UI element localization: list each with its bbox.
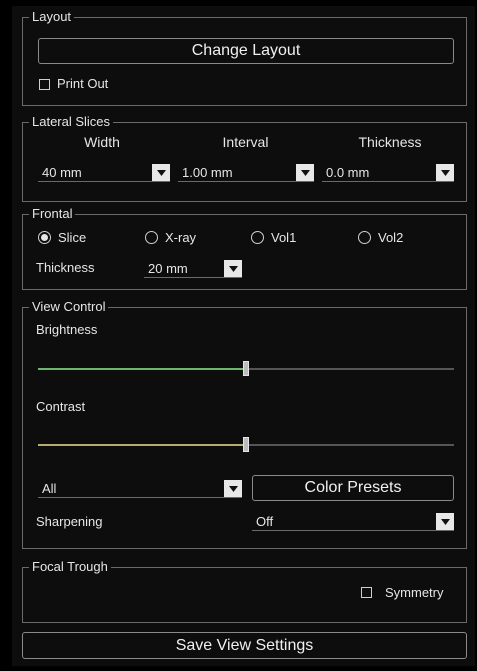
brightness-slider[interactable] xyxy=(38,361,454,376)
change-layout-button[interactable]: Change Layout xyxy=(38,38,454,64)
contrast-label: Contrast xyxy=(36,399,86,414)
view-control-legend: View Control xyxy=(29,299,109,315)
chevron-down-icon[interactable] xyxy=(224,480,242,497)
brightness-slider-handle[interactable] xyxy=(243,361,249,376)
chevron-down-icon[interactable] xyxy=(296,164,314,181)
save-view-settings-button[interactable]: Save View Settings xyxy=(22,632,467,659)
focal-trough-legend: Focal Trough xyxy=(29,559,111,575)
channel-value: All xyxy=(42,481,57,496)
layout-group: Layout Change Layout Print Out xyxy=(22,9,467,106)
slice-radio[interactable] xyxy=(38,231,51,244)
print-out-label: Print Out xyxy=(57,76,109,91)
interval-column-header: Interval xyxy=(222,134,269,150)
chevron-down-icon[interactable] xyxy=(224,260,242,277)
width-dropdown[interactable]: 40 mm xyxy=(38,164,170,182)
width-column-header: Width xyxy=(84,134,120,150)
xray-radio[interactable] xyxy=(145,231,158,244)
brightness-label: Brightness xyxy=(36,322,98,337)
sharpening-dropdown[interactable]: Off xyxy=(252,513,454,531)
interval-value: 1.00 mm xyxy=(182,165,233,180)
frontal-thickness-label: Thickness xyxy=(36,260,95,275)
frontal-legend: Frontal xyxy=(29,206,76,222)
contrast-slider-handle[interactable] xyxy=(243,437,249,452)
frontal-group: Frontal Slice X-ray Vol1 Vol2 Thickness … xyxy=(22,206,467,290)
contrast-slider-fill xyxy=(38,444,246,446)
contrast-slider[interactable] xyxy=(38,437,454,452)
brightness-slider-fill xyxy=(38,368,246,370)
color-presets-button[interactable]: Color Presets xyxy=(252,475,454,501)
symmetry-label: Symmetry xyxy=(385,585,444,600)
focal-trough-group: Focal Trough Symmetry xyxy=(22,559,467,623)
vol2-radio-label: Vol2 xyxy=(378,230,404,245)
frontal-thickness-dropdown[interactable]: 20 mm xyxy=(144,260,242,278)
layout-legend: Layout xyxy=(29,9,75,25)
chevron-down-icon[interactable] xyxy=(436,164,454,181)
vol1-radio[interactable] xyxy=(251,231,264,244)
vol1-radio-label: Vol1 xyxy=(271,230,297,245)
sharpening-label: Sharpening xyxy=(36,514,103,529)
lateral-slices-group: Lateral Slices Width Interval Thickness … xyxy=(22,114,467,202)
channel-dropdown[interactable]: All xyxy=(38,480,242,498)
chevron-down-icon[interactable] xyxy=(436,513,454,530)
settings-panel: Layout Change Layout Print Out Lateral S… xyxy=(12,6,475,666)
thickness-column-header: Thickness xyxy=(358,134,422,150)
slice-radio-label: Slice xyxy=(58,230,87,245)
interval-dropdown[interactable]: 1.00 mm xyxy=(178,164,314,182)
width-value: 40 mm xyxy=(42,165,82,180)
view-control-group: View Control Brightness Contrast All Col… xyxy=(22,299,467,549)
thickness-value: 0.0 mm xyxy=(326,165,370,180)
chevron-down-icon[interactable] xyxy=(152,164,170,181)
lateral-slices-legend: Lateral Slices xyxy=(29,114,114,130)
print-out-checkbox[interactable] xyxy=(39,79,50,90)
xray-radio-label: X-ray xyxy=(165,230,197,245)
frontal-thickness-value: 20 mm xyxy=(148,261,188,276)
vol2-radio[interactable] xyxy=(358,231,371,244)
thickness-dropdown[interactable]: 0.0 mm xyxy=(322,164,454,182)
symmetry-checkbox[interactable] xyxy=(361,587,372,598)
sharpening-value: Off xyxy=(256,514,274,529)
